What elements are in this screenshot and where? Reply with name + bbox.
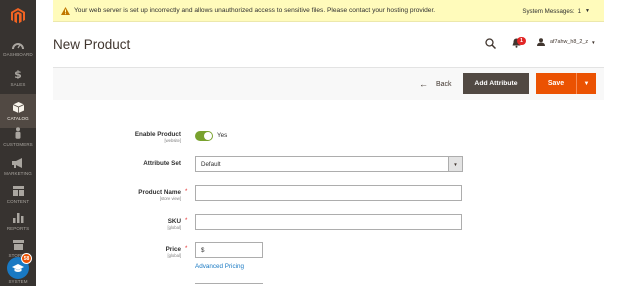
save-button[interactable]: Save	[536, 80, 576, 87]
system-messages-dropdown[interactable]: System Messages: 1 ▼	[522, 0, 590, 22]
sku-label-text: SKU	[167, 218, 181, 225]
dashboard-icon	[12, 43, 24, 49]
back-button-label: Back	[436, 80, 452, 88]
system-messages-label: System Messages:	[522, 7, 575, 15]
attribute-set-select[interactable]: Default ▼	[195, 156, 463, 172]
enable-product-label-text: Enable Product	[134, 131, 181, 138]
megaphone-icon	[12, 158, 22, 168]
product-name-scope: [store view]	[159, 196, 181, 201]
app-root: DASHBOARD $ SALES CATALOG CUSTOMERS MARK…	[0, 0, 624, 286]
svg-text:$: $	[14, 68, 22, 79]
price-label: Price [global]	[166, 246, 181, 258]
graduation-cap-icon	[12, 263, 24, 272]
sidebar-item-label: CUSTOMERS	[3, 142, 33, 147]
system-message-text: Your web server is set up incorrectly an…	[74, 7, 436, 14]
required-asterisk: *	[185, 218, 188, 224]
help-notification-badge: 58	[21, 253, 32, 264]
product-name-input[interactable]	[195, 185, 462, 201]
price-scope: [global]	[167, 253, 181, 258]
attribute-set-label: Attribute Set	[143, 160, 181, 167]
sidebar-item-label: SYSTEM	[8, 279, 28, 284]
toggle-knob	[204, 132, 212, 140]
admin-sidebar: DASHBOARD $ SALES CATALOG CUSTOMERS MARK…	[0, 0, 36, 286]
save-split-button: Save ▼	[536, 73, 596, 94]
chevron-down-icon: ▼	[585, 8, 590, 14]
sku-input[interactable]	[195, 214, 462, 230]
content-layout-icon	[12, 186, 24, 196]
warning-icon	[61, 6, 70, 15]
system-message-bar: Your web server is set up incorrectly an…	[53, 0, 604, 22]
user-account-menu[interactable]: af7ahw_h8_2_z ▼	[537, 38, 596, 46]
enable-product-toggle[interactable]	[195, 131, 213, 141]
required-asterisk: *	[185, 246, 188, 252]
required-asterisk: *	[185, 189, 188, 195]
user-name: af7ahw_h8_2_z	[550, 39, 589, 45]
user-icon	[537, 38, 545, 46]
sidebar-item-label: CONTENT	[6, 199, 30, 204]
sidebar-item-label: REPORTS	[6, 226, 30, 231]
dollar-icon: $	[14, 68, 22, 79]
chevron-down-icon: ▼	[591, 39, 596, 45]
sidebar-item-sales[interactable]: $ SALES	[0, 60, 36, 94]
advanced-pricing-link[interactable]: Advanced Pricing	[195, 263, 244, 270]
sidebar-item-label: DASHBOARD	[3, 52, 33, 57]
search-icon[interactable]	[485, 38, 496, 49]
catalog-box-icon	[12, 101, 24, 113]
attribute-set-value: Default	[201, 160, 221, 168]
sidebar-item-label: MARKETING	[4, 171, 32, 176]
price-input[interactable]: $	[195, 242, 263, 258]
bar-chart-icon	[12, 213, 23, 223]
enable-product-toggle-value: Yes	[217, 132, 228, 139]
sku-scope: [global]	[167, 225, 181, 230]
chevron-down-icon: ▼	[448, 157, 462, 171]
sidebar-item-customers[interactable]: CUSTOMERS	[0, 120, 36, 154]
sku-label: SKU [global]	[167, 218, 181, 230]
enable-product-scope: [website]	[164, 138, 181, 143]
currency-symbol: $	[201, 246, 205, 254]
page-title: New Product	[53, 37, 131, 52]
system-messages-count: 1	[577, 7, 582, 15]
notification-count-badge: 1	[517, 37, 526, 45]
arrow-left-icon: ←	[419, 79, 428, 89]
price-label-text: Price	[165, 246, 181, 253]
product-name-label-text: Product Name	[138, 189, 181, 196]
magento-logo-icon[interactable]	[0, 0, 36, 32]
store-icon	[12, 240, 24, 250]
back-button[interactable]: ← Back	[419, 77, 452, 91]
customer-person-icon	[15, 127, 21, 139]
save-options-toggle[interactable]: ▼	[577, 81, 596, 87]
attribute-set-label-text: Attribute Set	[143, 160, 181, 167]
sidebar-item-label: SALES	[10, 81, 26, 87]
add-attribute-button[interactable]: Add Attribute	[463, 73, 529, 94]
product-name-label: Product Name [store view]	[138, 189, 181, 201]
page-actions-bar: ← Back Add Attribute Save ▼	[53, 67, 604, 100]
enable-product-label: Enable Product [website]	[135, 131, 181, 143]
